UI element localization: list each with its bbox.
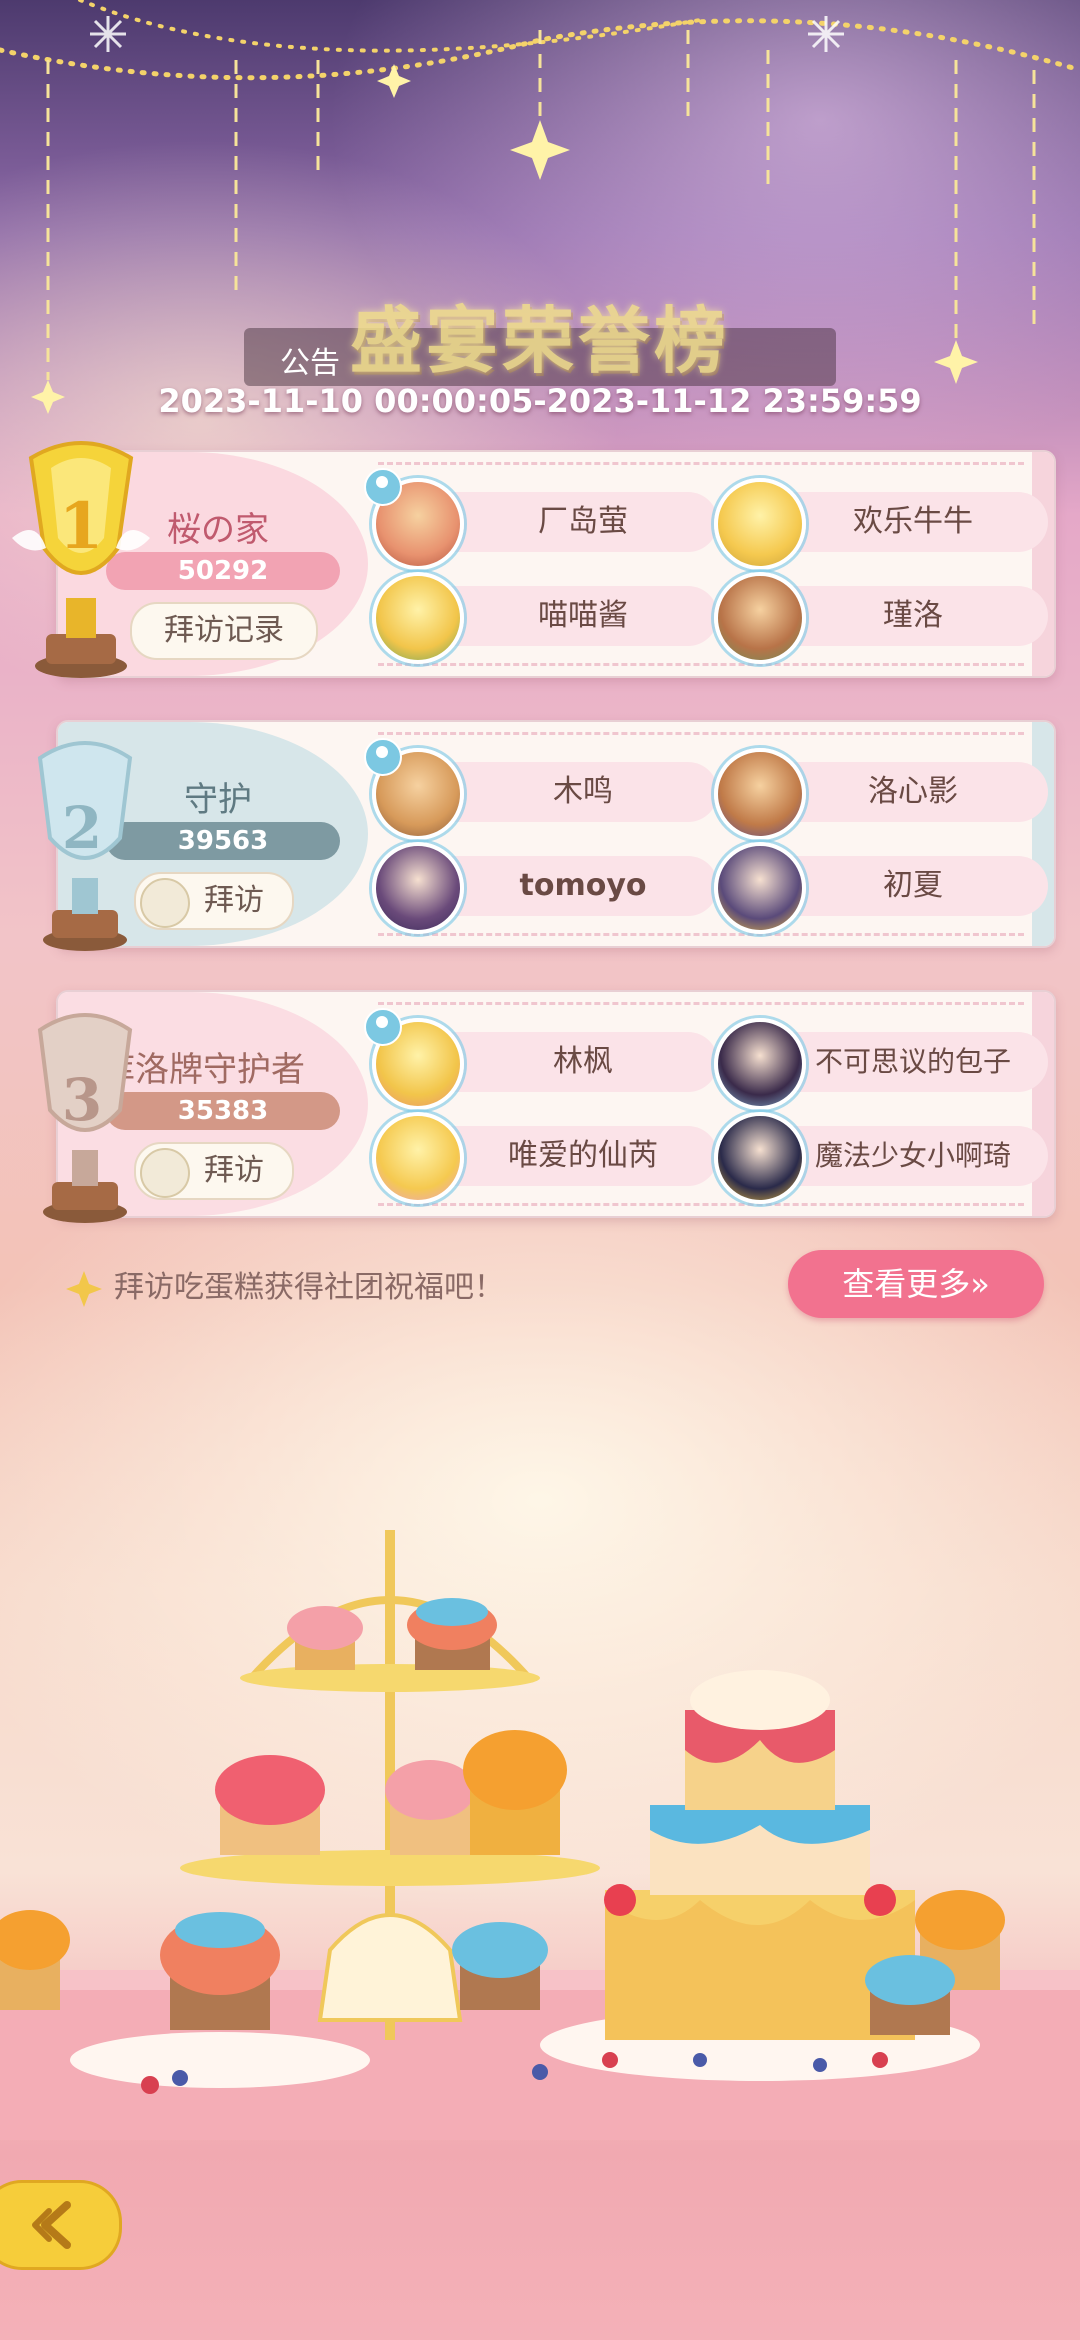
visit-button[interactable]: 拜访 [134,1142,294,1200]
member-name: 唯爱的仙芮 [508,1138,658,1173]
member-avatar[interactable] [714,748,806,840]
member-avatar[interactable] [714,478,806,570]
member-name: 不可思议的包子 [814,1045,1011,1078]
divider [378,1203,1024,1206]
bronze-trophy-icon: 3 [37,1013,133,1223]
silver-trophy-icon: 2 [37,741,133,951]
member-avatar[interactable] [714,842,806,934]
visit-button-label: 拜访 [204,883,264,918]
visit-record-button[interactable]: 拜访记录 [130,602,318,660]
member-name: 魔法少女小啊琦 [814,1139,1011,1172]
rank-card-2: 守护 39563 拜访 木鸣 洛心影 tomoyo 初夏 [56,720,1056,948]
divider [378,663,1024,666]
cake-scene-illustration [0,1530,1080,2140]
member-name: 欢乐牛牛 [853,504,973,539]
member-avatar[interactable] [714,1018,806,1110]
rank-card-3: 库洛牌守护者 35383 拜访 林枫 不可思议的包子 唯爱的仙芮 魔法少女小啊琦 [56,990,1056,1218]
tip-text: 拜访吃蛋糕获得社团祝福吧！ [114,1270,504,1305]
rank-card-1: 桜の家 50292 拜访记录 厂岛萤 欢乐牛牛 喵喵酱 瑾洛 [56,450,1056,678]
member-name: 木鸣 [553,774,613,809]
view-more-button[interactable]: 查看更多» [788,1250,1044,1318]
member-name: 喵喵酱 [538,598,628,633]
leader-badge-icon [364,1008,402,1046]
member-name: 瑾洛 [883,598,943,633]
tip-row: 拜访吃蛋糕获得社团祝福吧！ [64,1262,504,1309]
notice-label: 公告 [280,346,340,381]
member-name: 林枫 [553,1044,613,1079]
back-button[interactable] [0,2180,122,2270]
leader-badge-icon [364,468,402,506]
member-name: 厂岛萤 [538,504,628,539]
back-arrow-icon [32,2201,71,2249]
divider [378,933,1024,936]
visit-button-label: 拜访 [204,1153,264,1188]
member-name: 初夏 [883,868,943,903]
divider [378,1002,1024,1005]
sparkle-icon [66,1270,102,1307]
member-name: tomoyo [519,868,647,903]
page-title: 盛宴荣誉榜 [349,299,730,383]
divider [378,462,1024,465]
event-date-range: 2023-11-10 00:00:05-2023-11-12 23:59:59 [158,382,922,420]
member-name: 洛心影 [868,774,958,809]
visit-button[interactable]: 拜访 [134,872,294,930]
member-avatar[interactable] [372,572,464,664]
svg-text:1: 1 [59,489,104,564]
gold-trophy-icon: 1 [12,441,150,678]
svg-text:2: 2 [62,794,102,862]
divider [378,732,1024,735]
member-avatar[interactable] [714,572,806,664]
member-avatar[interactable] [372,1112,464,1204]
member-avatar[interactable] [714,1112,806,1204]
member-avatar[interactable] [372,842,464,934]
leader-badge-icon [364,738,402,776]
svg-text:3: 3 [62,1066,102,1134]
